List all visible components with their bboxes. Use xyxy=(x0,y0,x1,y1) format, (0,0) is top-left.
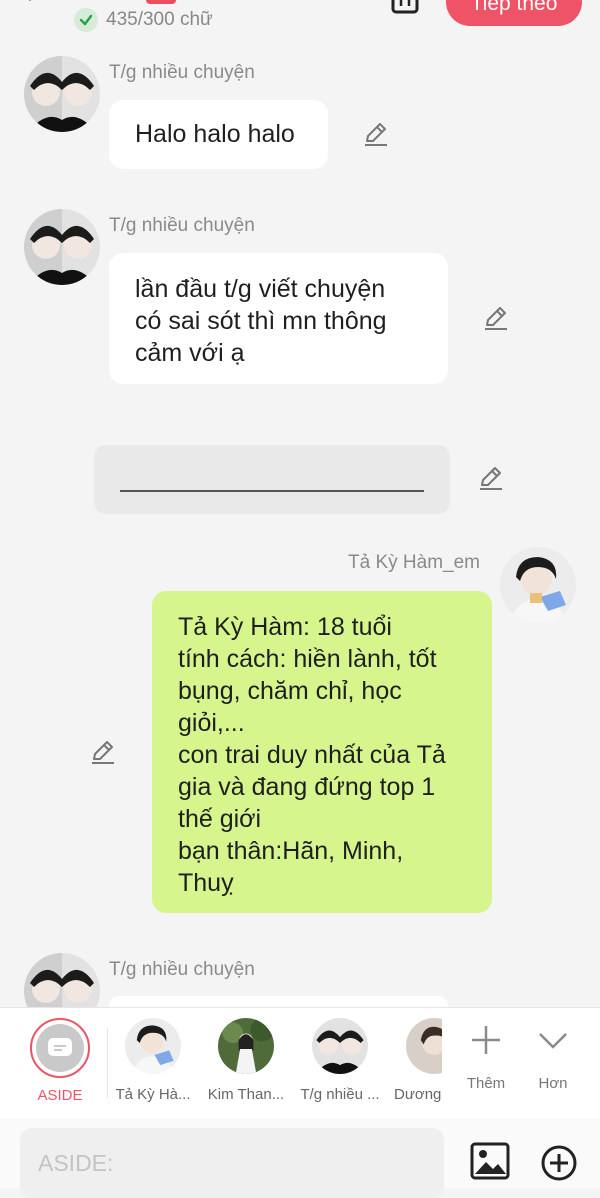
add-label: Thêm xyxy=(466,1075,506,1092)
avatar[interactable] xyxy=(24,209,100,285)
character-bar: ASIDE Tả Kỳ Hà... Kim Than... T/g nhiều … xyxy=(0,1007,600,1118)
message-text: tính cách: hiền lành, tốt xyxy=(178,645,437,673)
edit-icon[interactable] xyxy=(363,121,389,147)
sender-name: T/g nhiều chuyện xyxy=(109,215,255,236)
message-text: Halo halo halo xyxy=(135,120,295,148)
avatar xyxy=(218,1018,274,1074)
avatar xyxy=(312,1018,368,1074)
character-name: Kim Than... xyxy=(207,1086,285,1103)
message-text: gia và đang đứng top 1 xyxy=(178,773,436,801)
status-mark xyxy=(146,0,176,4)
character-item[interactable]: Dương xyxy=(390,1018,442,1103)
sender-name: Tả Kỳ Hàm_em xyxy=(348,552,480,573)
add-character-button[interactable]: Thêm xyxy=(456,1024,516,1092)
add-circle-icon[interactable] xyxy=(540,1144,578,1182)
message-text: cảm với ạ xyxy=(135,339,245,367)
plus-icon xyxy=(472,1026,500,1054)
aside-icon xyxy=(48,1038,72,1056)
message-text: lần đầu t/g viết chuyện xyxy=(135,275,386,303)
sender-name: T/g nhiều chuyện xyxy=(109,62,255,83)
avatar[interactable] xyxy=(500,547,576,623)
avatar xyxy=(125,1018,181,1074)
character-item[interactable]: T/g nhiều ... xyxy=(294,1018,386,1103)
aside-label: ASIDE xyxy=(37,1087,83,1104)
more-label: Hơn xyxy=(538,1075,568,1092)
message-text: bạn thân:Hãn, Minh, xyxy=(178,837,404,865)
message-text: Thuỵ xyxy=(178,869,234,897)
trash-icon[interactable] xyxy=(390,0,420,16)
message-text: có sai sót thì mn thông xyxy=(135,307,387,335)
edit-icon[interactable] xyxy=(483,305,509,331)
message-text: giỏi,... xyxy=(178,709,245,737)
word-counter: 435/300 chữ xyxy=(74,8,213,32)
message-text: bụng, chăm chỉ, học xyxy=(178,677,402,705)
input-row xyxy=(0,1118,600,1198)
image-icon[interactable] xyxy=(470,1142,510,1180)
message-text: thế giới xyxy=(178,805,262,833)
next-button[interactable]: Tiếp theo xyxy=(446,0,582,26)
character-name: Tả Kỳ Hà... xyxy=(115,1086,191,1103)
character-item[interactable]: Kim Than... xyxy=(200,1018,292,1103)
message-text: con trai duy nhất của Tả xyxy=(178,741,446,769)
edit-icon[interactable] xyxy=(478,465,504,491)
edit-icon[interactable] xyxy=(90,739,116,765)
chevron-down-icon xyxy=(539,1033,567,1049)
divider-block[interactable] xyxy=(94,445,450,514)
message-bubble[interactable]: Tả Kỳ Hàm: 18 tuổi tính cách: hiền lành,… xyxy=(152,591,492,913)
top-bar: 435/300 chữ Tiếp theo xyxy=(0,0,600,40)
message-bubble[interactable]: Halo halo halo xyxy=(109,100,328,169)
character-item[interactable]: Tả Kỳ Hà... xyxy=(107,1018,199,1103)
character-name: T/g nhiều ... xyxy=(300,1086,380,1103)
word-count-text: 435/300 chữ xyxy=(106,9,213,30)
character-name: Dương xyxy=(394,1086,442,1103)
sender-name: T/g nhiều chuyện xyxy=(109,959,255,980)
message-bubble[interactable]: lần đầu t/g viết chuyện có sai sót thì m… xyxy=(109,253,448,384)
avatar xyxy=(406,1018,442,1074)
expand-button[interactable]: Hơn xyxy=(523,1024,583,1092)
divider-line xyxy=(120,490,424,492)
back-arrow-icon[interactable] xyxy=(22,0,48,12)
message-text: Tả Kỳ Hàm: 18 tuổi xyxy=(178,613,392,641)
avatar[interactable] xyxy=(24,56,100,132)
aside-button[interactable] xyxy=(30,1018,90,1078)
check-icon xyxy=(74,8,98,32)
